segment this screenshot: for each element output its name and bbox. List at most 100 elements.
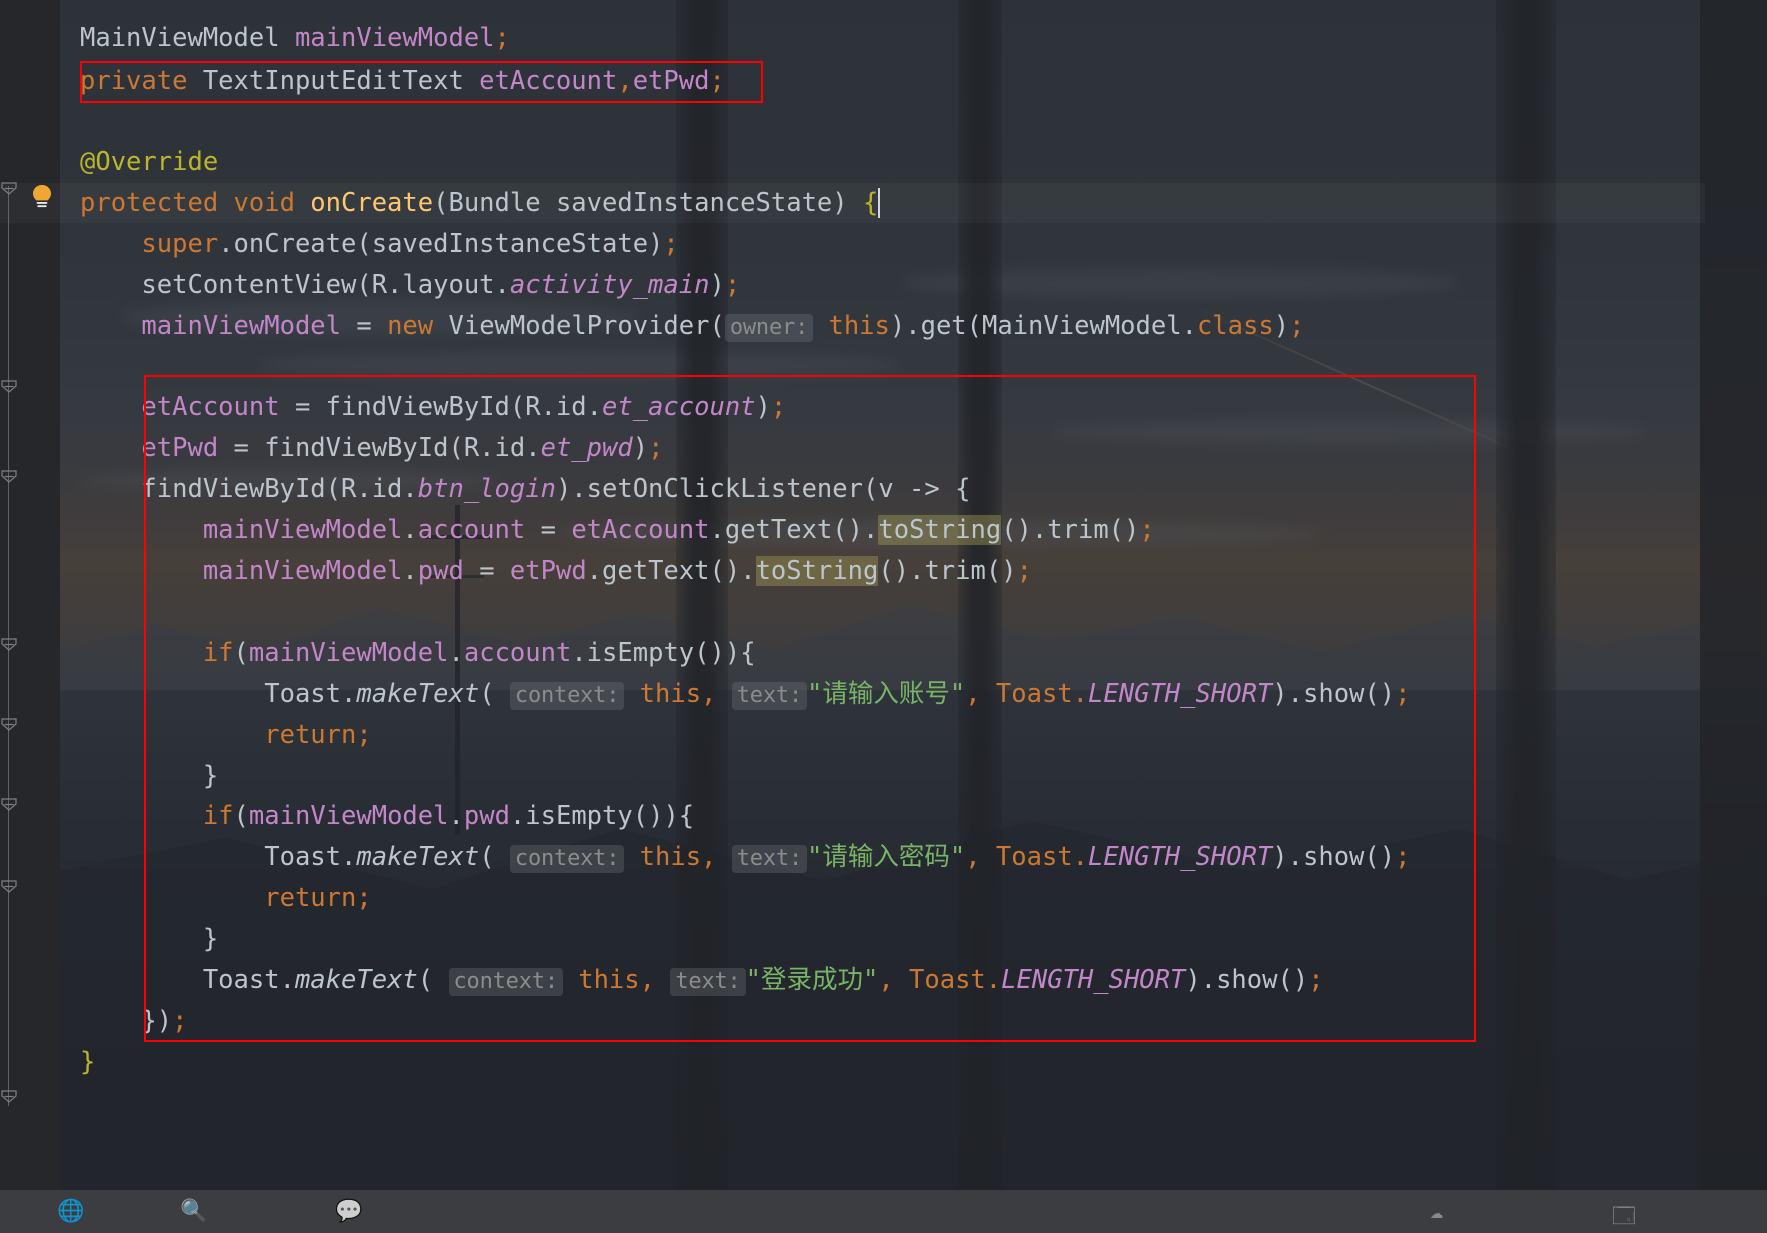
token-brace: {	[955, 474, 971, 504]
token-occurrence-highlight: toString	[878, 515, 1002, 545]
code-line: }	[80, 919, 218, 959]
token-keyword: void	[233, 188, 311, 218]
token-string: "登录成功"	[745, 965, 879, 995]
token-paren: )	[632, 433, 649, 463]
token-dot: .	[448, 801, 464, 831]
token-paren: )	[709, 270, 725, 300]
token-paren: )	[755, 392, 771, 422]
token-keyword: this	[624, 842, 702, 872]
token-paren: (	[479, 679, 510, 709]
token-paren: (	[417, 965, 449, 995]
fold-marker-icon[interactable]	[1, 1090, 17, 1103]
token-field: etAccount	[479, 66, 618, 96]
code-line: etAccount = findViewById(R.id.et_account…	[80, 387, 786, 427]
token-keyword: class	[1196, 311, 1274, 341]
token-comma: , Toast.	[965, 679, 1089, 709]
token-field: etAccount	[141, 392, 280, 422]
parameter-hint-context: context:	[509, 845, 625, 873]
window-icon[interactable]: 🗔	[1612, 1199, 1636, 1233]
editor-scrollbar[interactable]	[1753, 0, 1767, 1190]
code-line: Toast.makeText( context: this, text: "请输入…	[80, 674, 1410, 714]
token-field: etAccount	[571, 515, 710, 545]
token-class: Toast.	[264, 842, 357, 872]
code-line: Toast.makeText( context: this, text: "登录成…	[80, 960, 1324, 1000]
fold-marker-icon[interactable]	[1, 470, 17, 483]
fold-marker-icon[interactable]	[1, 718, 17, 731]
code-line: MainViewModel mainViewModel;	[80, 18, 510, 58]
token-field: account	[463, 638, 572, 668]
token-keyword: super	[141, 229, 219, 259]
fold-marker-icon[interactable]	[1, 798, 17, 811]
token-field: pwd	[417, 556, 464, 586]
code-line: return;	[80, 715, 371, 755]
token-call: = findViewById(R.id.	[218, 433, 541, 463]
token-comma: ,	[701, 679, 732, 709]
code-text-area[interactable]: MainViewModel mainViewModel; private Tex…	[62, 0, 1767, 1190]
token-operator: =	[463, 556, 510, 586]
fold-marker-icon[interactable]	[1, 880, 17, 893]
code-line: setContentView(R.layout.activity_main);	[80, 265, 740, 305]
token-brace: }	[202, 924, 219, 954]
chat-icon[interactable]: 💬	[335, 1199, 362, 1224]
token-brace: }	[80, 1047, 96, 1077]
fold-marker-icon[interactable]	[1, 638, 17, 651]
taskbar[interactable]: 🌐 🔍 💬 ☁ 🗔	[0, 1190, 1767, 1233]
parameter-hint-context: context:	[448, 968, 563, 996]
token-comma: ,	[617, 66, 633, 96]
code-line: }	[80, 756, 218, 796]
code-line: return;	[80, 878, 371, 918]
search-icon[interactable]: 🔍	[180, 1199, 207, 1224]
token-keyword: private	[80, 66, 203, 96]
token-dot: .	[448, 638, 464, 668]
text-caret	[878, 188, 881, 218]
token-method: onCreate	[310, 188, 434, 218]
token-call: ).show()	[1185, 965, 1309, 995]
token-call: ).setOnClickListener(v ->	[555, 474, 956, 504]
code-line: super.onCreate(savedInstanceState);	[80, 224, 679, 264]
token-class: ViewModelProvider(	[448, 311, 725, 341]
token-string: "请输入账号"	[807, 679, 966, 709]
token-class: Toast.	[264, 679, 357, 709]
token-static-field: btn_login	[417, 474, 556, 504]
token-paren: (	[233, 801, 249, 831]
token-close: })	[141, 1006, 173, 1036]
token-keyword: return	[264, 720, 357, 750]
token-field: etPwd	[141, 433, 219, 463]
token-field: mainViewModel	[248, 801, 449, 831]
fold-marker-icon[interactable]	[1, 380, 17, 393]
token-call: .isEmpty()){	[509, 801, 695, 831]
token-semicolon: ;	[648, 433, 664, 463]
token-call: setContentView(R.layout.	[141, 270, 510, 300]
token-call: ).show()	[1272, 679, 1396, 709]
token-dot: .	[402, 515, 418, 545]
token-constant: LENGTH_SHORT	[1088, 842, 1273, 872]
cloud-icon[interactable]: ☁	[1430, 1199, 1443, 1224]
code-line: protected void onCreate(Bundle savedInst…	[80, 183, 881, 223]
token-keyword: this	[562, 965, 640, 995]
token-keyword: if	[202, 801, 234, 831]
code-editor-window: MainViewModel mainViewModel; private Tex…	[0, 0, 1767, 1233]
browser-icon[interactable]: 🌐	[57, 1199, 84, 1224]
code-line: findViewById(R.id.btn_login).setOnClickL…	[80, 469, 970, 509]
code-line: mainViewModel.account = etAccount.getTex…	[80, 510, 1155, 550]
code-line: mainViewModel = new ViewModelProvider(ow…	[80, 306, 1304, 346]
token-semicolon: ;	[663, 229, 679, 259]
token-semicolon: ;	[1139, 515, 1155, 545]
token-field: mainViewModel	[202, 556, 403, 586]
token-semicolon: ;	[724, 270, 741, 300]
code-line: });	[80, 1001, 187, 1041]
token-semicolon: ;	[1308, 965, 1324, 995]
token-call: ().trim()	[1001, 515, 1140, 545]
token-dot: .	[402, 556, 418, 586]
token-operator: =	[525, 515, 572, 545]
fold-marker-icon[interactable]	[1, 182, 17, 195]
token-semicolon: ;	[1016, 556, 1032, 586]
editor-gutter[interactable]	[0, 0, 62, 1190]
token-static-field: et_pwd	[540, 433, 633, 463]
code-line: }	[80, 1042, 95, 1082]
token-field: pwd	[463, 801, 510, 831]
lightbulb-icon[interactable]	[30, 184, 54, 210]
token-call: ).show()	[1272, 842, 1396, 872]
code-line: @Override	[80, 142, 218, 182]
token-keyword: new	[387, 311, 449, 341]
